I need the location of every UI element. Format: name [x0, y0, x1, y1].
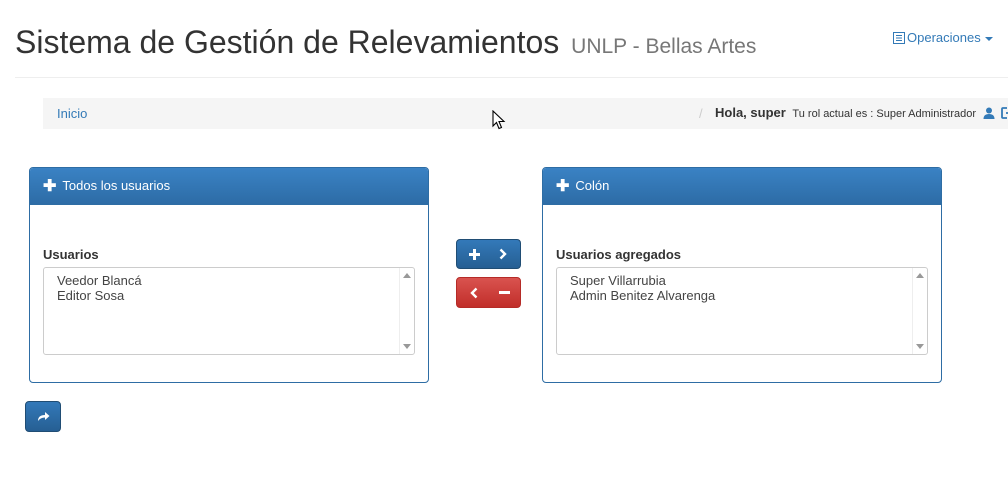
chevron-right-icon	[499, 248, 507, 260]
user-icon[interactable]	[983, 107, 995, 119]
list-icon	[893, 32, 905, 44]
mouse-cursor-icon	[492, 110, 506, 130]
add-user-button[interactable]	[456, 239, 521, 269]
minus-icon	[499, 291, 510, 294]
scroll-up-icon[interactable]	[916, 273, 924, 278]
logout-icon[interactable]	[1001, 107, 1008, 119]
plus-icon	[469, 249, 480, 260]
scroll-down-icon[interactable]	[403, 344, 411, 349]
breadcrumb-home-link[interactable]: Inicio	[57, 106, 87, 121]
header-divider	[15, 77, 1008, 78]
caret-down-icon	[984, 36, 993, 41]
users-list-label: Usuarios	[43, 247, 99, 262]
scrollbar[interactable]	[399, 268, 414, 354]
users-listbox[interactable]: Veedor Blancá Editor Sosa	[43, 267, 415, 355]
app-subtitle: UNLP - Bellas Artes	[571, 35, 757, 58]
user-info: Hola, super Tu rol actual es : Super Adm…	[715, 105, 1008, 120]
panel-heading: ✚ Colón	[543, 168, 941, 205]
submit-button[interactable]	[25, 401, 61, 432]
added-users-list-label: Usuarios agregados	[556, 247, 681, 262]
plus-icon: ✚	[43, 178, 57, 195]
scroll-up-icon[interactable]	[403, 273, 411, 278]
share-arrow-icon	[38, 412, 50, 421]
plus-icon: ✚	[556, 178, 570, 195]
app-title: Sistema de Gestión de Relevamientos	[15, 24, 560, 60]
remove-user-button[interactable]	[456, 277, 521, 308]
scrollbar[interactable]	[912, 268, 927, 354]
breadcrumb-separator: /	[699, 106, 703, 121]
list-item[interactable]: Veedor Blancá	[57, 273, 414, 288]
chevron-left-icon	[470, 287, 478, 299]
list-item[interactable]: Super Villarrubia	[570, 273, 927, 288]
page-title: Sistema de Gestión de Relevamientos UNLP…	[15, 24, 756, 61]
greeting: Hola, super	[715, 105, 786, 120]
panel-heading: ✚ Todos los usuarios	[30, 168, 428, 205]
list-item[interactable]: Editor Sosa	[57, 288, 414, 303]
panel-heading-label: Todos los usuarios	[62, 178, 171, 193]
added-users-panel: ✚ Colón Usuarios agregados Super Villarru…	[542, 167, 942, 383]
scroll-down-icon[interactable]	[916, 344, 924, 349]
role-text: Tu rol actual es : Super Administrador	[792, 108, 977, 120]
breadcrumb: Inicio / Hola, super Tu rol actual es : …	[43, 98, 1008, 129]
list-item[interactable]: Admin Benitez Alvarenga	[570, 288, 927, 303]
panel-heading-label: Colón	[575, 178, 610, 193]
added-users-listbox[interactable]: Super Villarrubia Admin Benitez Alvareng…	[556, 267, 928, 355]
all-users-panel: ✚ Todos los usuarios Usuarios Veedor Blan…	[29, 167, 429, 383]
operations-menu[interactable]: Operaciones	[893, 30, 993, 45]
operations-label: Operaciones	[907, 30, 981, 45]
